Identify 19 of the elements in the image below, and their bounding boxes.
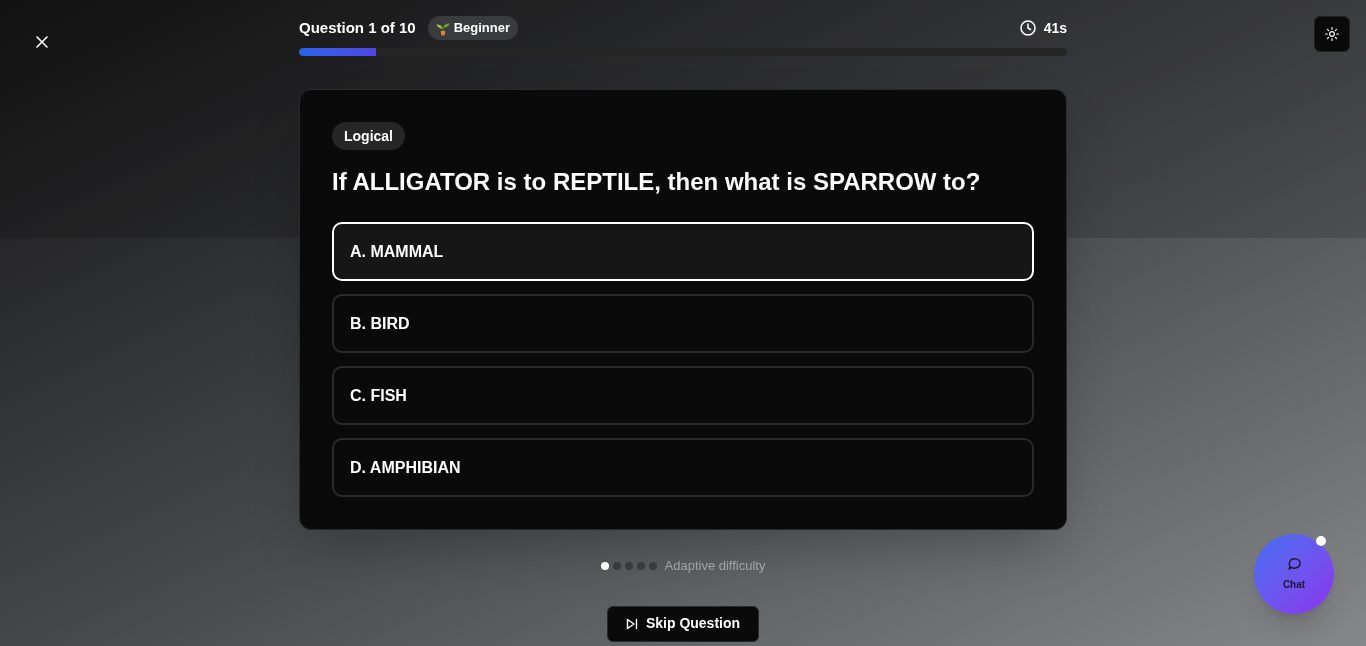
theme-toggle-button[interactable] (1314, 16, 1350, 52)
category-tag: Logical (332, 122, 405, 150)
question-counter: Question 1 of 10 (299, 18, 416, 38)
seedling-icon (435, 20, 450, 36)
skip-forward-icon (625, 617, 638, 630)
timer-text: 41s (1043, 18, 1067, 38)
skip-question-button[interactable]: Skip Question (606, 605, 760, 642)
question-text: If ALLIGATOR is to REPTILE, then what is SPARROW to? (332, 167, 982, 197)
sun-icon (1325, 27, 1339, 41)
close-icon (36, 36, 48, 48)
clock-icon (1019, 20, 1036, 36)
chat-bubble-icon (1286, 556, 1302, 571)
answer-option[interactable]: A. MAMMAL (332, 222, 1034, 281)
difficulty-label: Beginner (453, 19, 511, 38)
answer-option[interactable]: C. FISH (332, 366, 1034, 425)
adaptive-difficulty-label: Adaptive difficulty (664, 557, 766, 575)
answer-option[interactable]: D. AMPHIBIAN (332, 438, 1034, 497)
answer-option[interactable]: B. BIRD (332, 294, 1034, 353)
notification-dot-icon (1316, 536, 1326, 546)
